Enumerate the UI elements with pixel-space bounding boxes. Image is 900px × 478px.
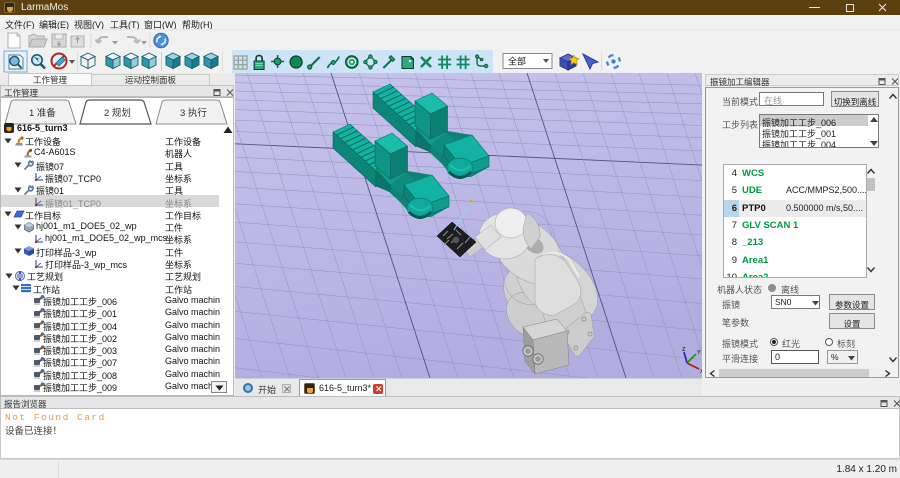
svg-text:Y: Y xyxy=(697,350,701,356)
svg-text:X: X xyxy=(700,369,702,375)
svg-text:全部: 全部 xyxy=(508,56,526,67)
